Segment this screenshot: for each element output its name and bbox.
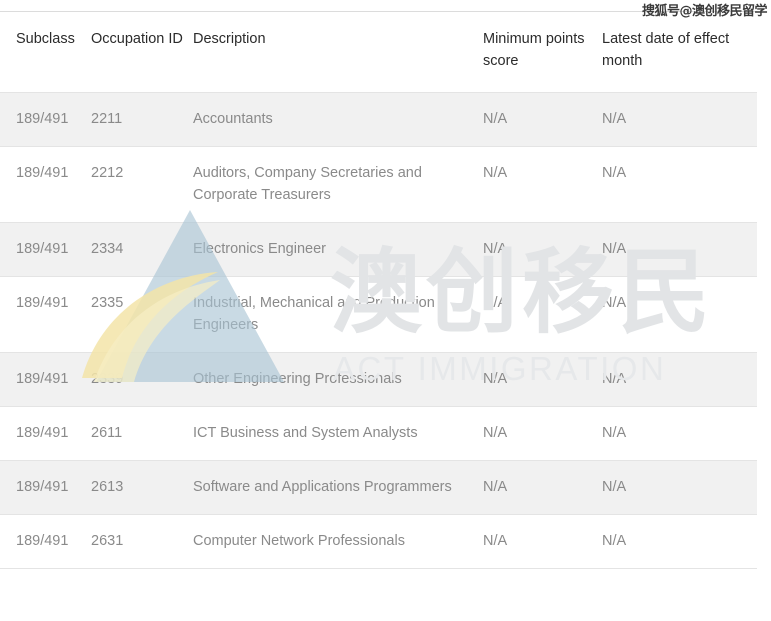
cell-latest: N/A (602, 406, 757, 461)
cell-occid: 2211 (91, 92, 193, 147)
cell-latest: N/A (602, 222, 757, 277)
cell-minpoints: N/A (483, 146, 602, 223)
occupation-table: Subclass Occupation ID Description Minim… (0, 11, 757, 569)
table-row: 189/491 2631 Computer Network Professional… (0, 514, 757, 569)
cell-minpoints: N/A (483, 222, 602, 277)
cell-latest: N/A (602, 276, 757, 353)
cell-minpoints: N/A (483, 460, 602, 515)
cell-latest: N/A (602, 352, 757, 407)
cell-subclass: 189/491 (0, 460, 91, 515)
cell-subclass: 189/491 (0, 276, 91, 353)
table-row: 189/491 2335 Industrial, Mechanical and Pr… (0, 276, 757, 353)
cell-minpoints: N/A (483, 92, 602, 147)
cell-desc: Computer Network Professionals (193, 514, 483, 569)
cell-subclass: 189/491 (0, 514, 91, 569)
column-header-minimum-points-score: Minimum points score (483, 11, 602, 93)
cell-latest: N/A (602, 514, 757, 569)
cell-minpoints: N/A (483, 352, 602, 407)
occupation-table-container: Subclass Occupation ID Description Minim… (0, 0, 771, 569)
column-header-subclass: Subclass (0, 11, 91, 93)
cell-subclass: 189/491 (0, 352, 91, 407)
cell-occid: 2613 (91, 460, 193, 515)
cell-minpoints: N/A (483, 514, 602, 569)
table-row: 189/491 2339 Other Engineering Professiona… (0, 352, 757, 407)
cell-occid: 2631 (91, 514, 193, 569)
cell-desc: ICT Business and System Analysts (193, 406, 483, 461)
table-header-row: Subclass Occupation ID Description Minim… (0, 11, 757, 93)
cell-desc: Electronics Engineer (193, 222, 483, 277)
cell-occid: 2339 (91, 352, 193, 407)
cell-subclass: 189/491 (0, 406, 91, 461)
column-header-occupation-id: Occupation ID (91, 11, 193, 93)
cell-desc: Accountants (193, 92, 483, 147)
cell-desc: Industrial, Mechanical and Production En… (193, 276, 483, 353)
cell-minpoints: N/A (483, 406, 602, 461)
cell-minpoints: N/A (483, 276, 602, 353)
cell-desc: Auditors, Company Secretaries and Corpor… (193, 146, 483, 223)
table-body: 189/491 2211 Accountants N/A N/A 189/491 2212 A… (0, 92, 757, 569)
cell-subclass: 189/491 (0, 146, 91, 223)
column-header-latest-date-of-effect-month: Latest date of effect month (602, 11, 757, 93)
cell-latest: N/A (602, 146, 757, 223)
cell-desc: Software and Applications Programmers (193, 460, 483, 515)
column-header-description: Description (193, 11, 483, 93)
table-row: 189/491 2611 ICT Business and System Analy… (0, 406, 757, 461)
table-row: 189/491 2212 Auditors, Company Secretaries… (0, 146, 757, 223)
table-row: 189/491 2613 Software and Applications Pro… (0, 460, 757, 515)
cell-occid: 2212 (91, 146, 193, 223)
cell-latest: N/A (602, 460, 757, 515)
table-row: 189/491 2334 Electronics Engineer N/A N/A (0, 222, 757, 277)
table-header: Subclass Occupation ID Description Minim… (0, 11, 757, 93)
table-row: 189/491 2211 Accountants N/A N/A (0, 92, 757, 147)
cell-latest: N/A (602, 92, 757, 147)
cell-occid: 2334 (91, 222, 193, 277)
cell-desc: Other Engineering Professionals (193, 352, 483, 407)
cell-occid: 2335 (91, 276, 193, 353)
cell-subclass: 189/491 (0, 92, 91, 147)
cell-subclass: 189/491 (0, 222, 91, 277)
cell-occid: 2611 (91, 406, 193, 461)
